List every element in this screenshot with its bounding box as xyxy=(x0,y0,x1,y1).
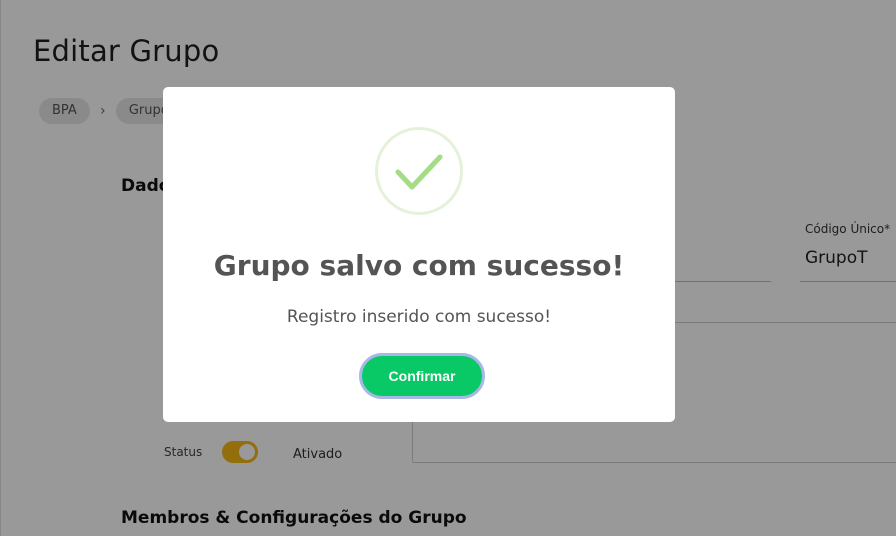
success-dialog: Grupo salvo com sucesso! Registro inseri… xyxy=(163,87,675,422)
dialog-message: Registro inserido com sucesso! xyxy=(286,307,552,327)
confirm-button[interactable]: Confirmar xyxy=(359,353,485,399)
success-check-circle xyxy=(375,127,463,215)
check-icon xyxy=(395,154,443,190)
dialog-title: Grupo salvo com sucesso! xyxy=(213,249,625,282)
